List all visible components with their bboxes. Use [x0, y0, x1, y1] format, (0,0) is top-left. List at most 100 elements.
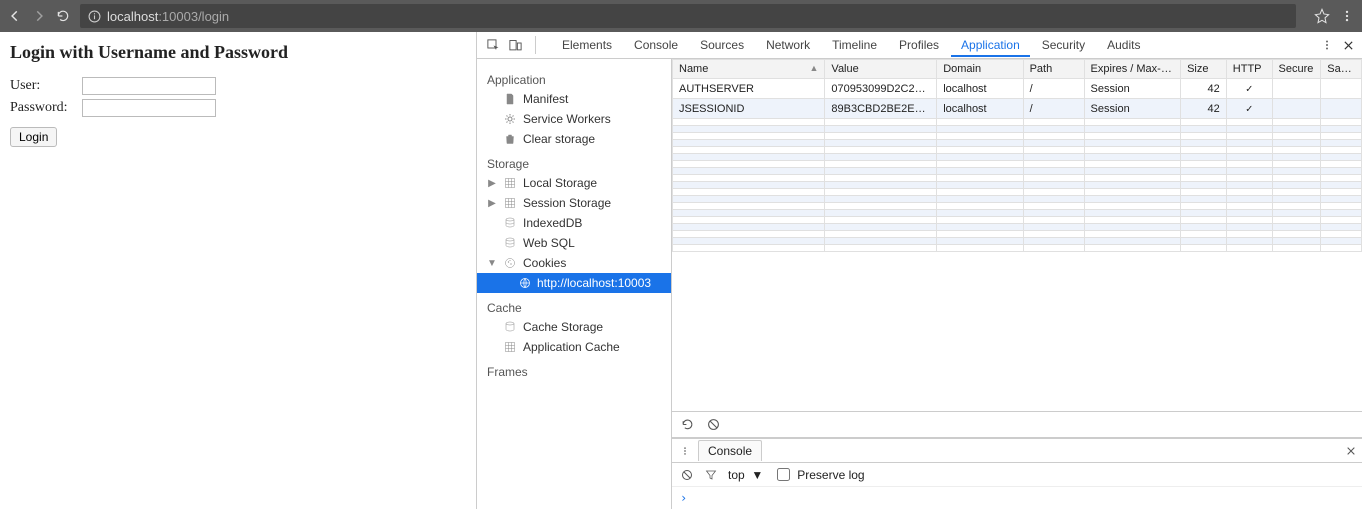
trash-icon	[503, 132, 517, 146]
menu-icon[interactable]	[1340, 9, 1354, 23]
grid-icon	[503, 340, 517, 354]
table-row	[673, 182, 1362, 189]
context-selector[interactable]: top ▼	[728, 468, 763, 482]
table-row	[673, 119, 1362, 126]
col-value[interactable]: Value	[825, 60, 937, 79]
sidebar-item-local-storage[interactable]: ▶ Local Storage	[477, 173, 671, 193]
reload-icon[interactable]	[56, 9, 70, 23]
sidebar-item-cookies[interactable]: ▼ Cookies	[477, 253, 671, 273]
cookies-table: NameValueDomainPathExpires / Max-AgeSize…	[672, 59, 1362, 412]
table-row	[673, 210, 1362, 217]
console-prompt[interactable]: ›	[672, 487, 1362, 509]
tab-audits[interactable]: Audits	[1097, 33, 1150, 57]
col-expires-max-age[interactable]: Expires / Max-Age	[1084, 60, 1181, 79]
console-tab[interactable]: Console	[698, 440, 762, 461]
table-row	[673, 161, 1362, 168]
application-sidebar: Application Manifest Service Workers Cle…	[477, 59, 672, 509]
block-icon[interactable]	[706, 418, 720, 432]
cookies-toolbar	[672, 412, 1362, 438]
gear-icon	[503, 112, 517, 126]
globe-icon	[519, 277, 531, 289]
page-title: Login with Username and Password	[10, 42, 466, 63]
document-icon	[503, 92, 517, 106]
filter-icon[interactable]	[704, 468, 718, 482]
sidebar-item-websql[interactable]: Web SQL	[477, 233, 671, 253]
star-icon[interactable]	[1314, 8, 1330, 24]
devtools-tabbar: ElementsConsoleSourcesNetworkTimelinePro…	[477, 32, 1362, 59]
chevron-right-icon: ▶	[487, 198, 497, 209]
table-row	[673, 140, 1362, 147]
drawer-kebab-icon[interactable]	[678, 445, 692, 457]
database-icon	[503, 236, 517, 250]
sidebar-item-manifest[interactable]: Manifest	[477, 89, 671, 109]
table-row[interactable]: JSESSIONID89B3CBD2BE2E…localhost/Session…	[673, 99, 1362, 119]
col-http[interactable]: HTTP	[1226, 60, 1272, 79]
table-row[interactable]: AUTHSERVER070953099D2C2…localhost/Sessio…	[673, 79, 1362, 99]
tab-timeline[interactable]: Timeline	[822, 33, 887, 57]
login-button[interactable]: Login	[10, 127, 57, 147]
grid-icon	[503, 176, 517, 190]
sidebar-item-application-cache[interactable]: Application Cache	[477, 337, 671, 357]
table-row	[673, 189, 1362, 196]
tab-console[interactable]: Console	[624, 33, 688, 57]
close-icon[interactable]	[1343, 40, 1354, 51]
table-row	[673, 245, 1362, 252]
block-icon[interactable]	[680, 468, 694, 482]
cookie-icon	[503, 256, 517, 270]
table-row	[673, 147, 1362, 154]
sidebar-item-service-workers[interactable]: Service Workers	[477, 109, 671, 129]
user-input[interactable]	[82, 77, 216, 95]
sidebar-item-indexeddb[interactable]: IndexedDB	[477, 213, 671, 233]
back-icon[interactable]	[8, 9, 22, 23]
table-row	[673, 196, 1362, 203]
table-row	[673, 203, 1362, 210]
user-label: User:	[10, 78, 82, 94]
table-row	[673, 175, 1362, 182]
table-row	[673, 126, 1362, 133]
preserve-log-checkbox[interactable]: Preserve log	[773, 465, 864, 484]
table-row	[673, 154, 1362, 161]
sidebar-item-cookie-origin[interactable]: http://localhost:10003	[477, 273, 671, 293]
url-text: localhost:10003/login	[107, 9, 229, 24]
sidebar-item-clear-storage[interactable]: Clear storage	[477, 129, 671, 149]
password-input[interactable]	[82, 99, 216, 117]
sidebar-item-session-storage[interactable]: ▶ Session Storage	[477, 193, 671, 213]
inspect-icon[interactable]	[485, 37, 501, 53]
address-bar[interactable]: localhost:10003/login	[80, 4, 1296, 28]
close-icon[interactable]	[1346, 446, 1356, 456]
tab-security[interactable]: Security	[1032, 33, 1095, 57]
col-secure[interactable]: Secure	[1272, 60, 1321, 79]
table-row	[673, 238, 1362, 245]
table-row	[673, 224, 1362, 231]
refresh-icon[interactable]	[680, 418, 694, 432]
sidebar-section-frames: Frames	[477, 363, 671, 381]
devtools-kebab-icon[interactable]	[1321, 39, 1333, 51]
tab-network[interactable]: Network	[756, 33, 820, 57]
grid-icon	[503, 196, 517, 210]
chevron-right-icon: ▶	[487, 178, 497, 189]
forward-icon[interactable]	[32, 9, 46, 23]
col-path[interactable]: Path	[1023, 60, 1084, 79]
col-name[interactable]: Name	[673, 60, 825, 79]
page-content: Login with Username and Password User: P…	[0, 32, 476, 509]
database-icon	[503, 320, 517, 334]
chevron-down-icon: ▼	[487, 258, 497, 269]
tab-sources[interactable]: Sources	[690, 33, 754, 57]
col-samesite[interactable]: SameSite	[1321, 60, 1362, 79]
tab-profiles[interactable]: Profiles	[889, 33, 949, 57]
device-icon[interactable]	[507, 37, 523, 53]
sidebar-section-application: Application	[477, 71, 671, 89]
col-domain[interactable]: Domain	[937, 60, 1023, 79]
sidebar-section-cache: Cache	[477, 299, 671, 317]
console-drawer: Console top ▼ Preserve log ›	[672, 438, 1362, 509]
col-size[interactable]: Size	[1181, 60, 1227, 79]
table-row	[673, 133, 1362, 140]
sidebar-section-storage: Storage	[477, 155, 671, 173]
tab-elements[interactable]: Elements	[552, 33, 622, 57]
table-row	[673, 217, 1362, 224]
browser-toolbar: localhost:10003/login	[0, 0, 1362, 32]
database-icon	[503, 216, 517, 230]
sidebar-item-cache-storage[interactable]: Cache Storage	[477, 317, 671, 337]
tab-application[interactable]: Application	[951, 33, 1030, 57]
table-row	[673, 231, 1362, 238]
